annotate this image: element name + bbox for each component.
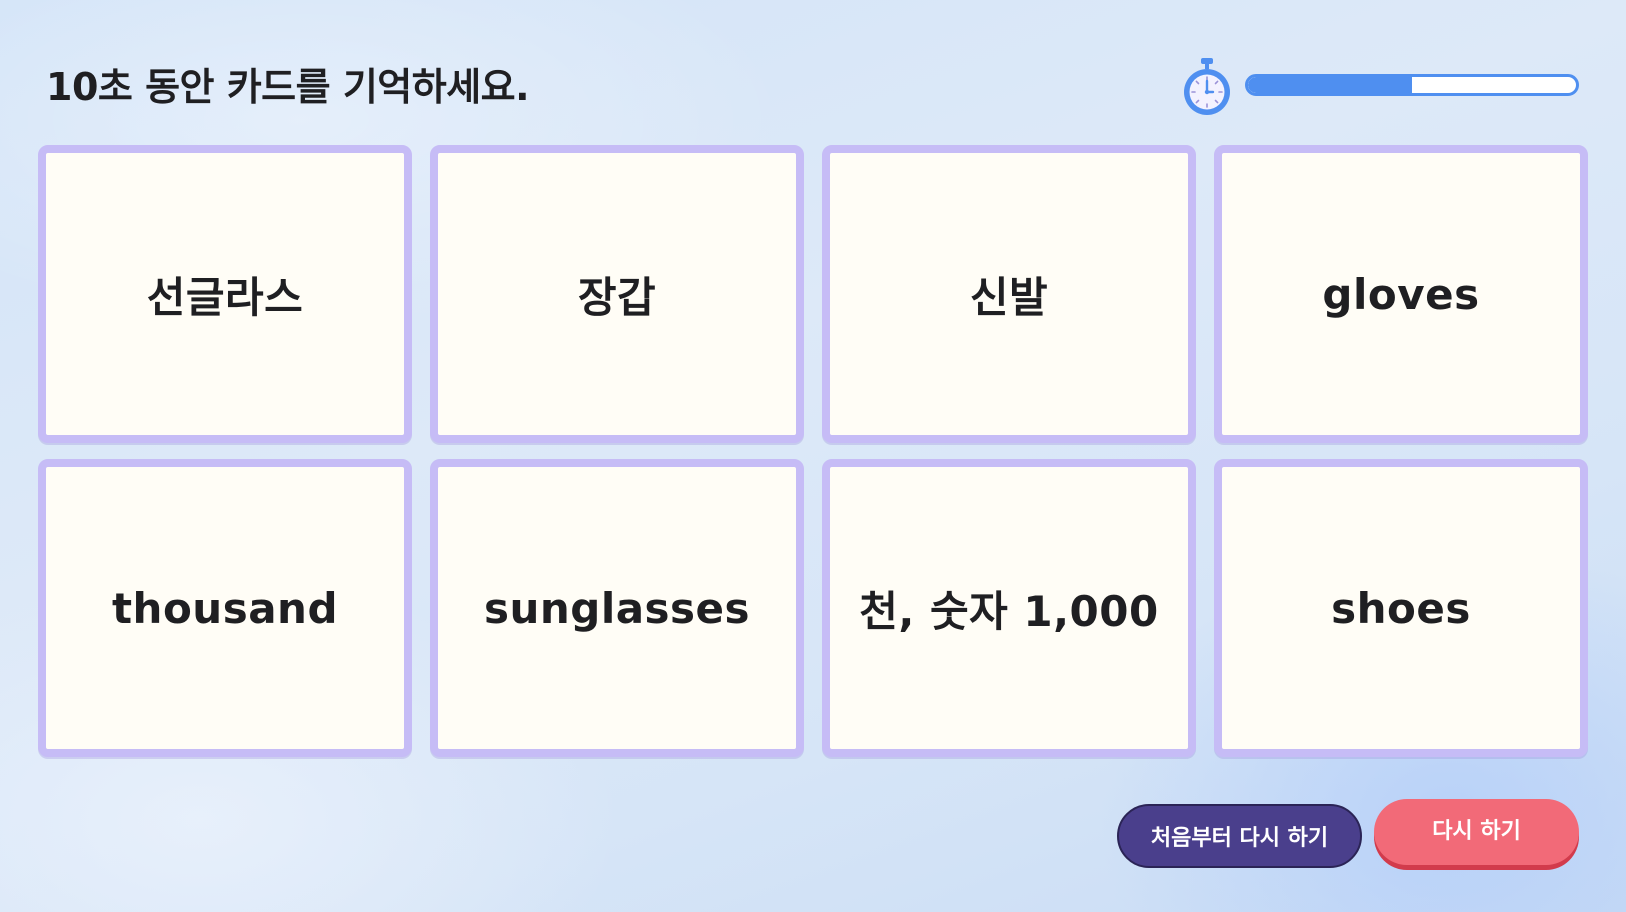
card-gloves-ko[interactable]: 장갑 bbox=[430, 145, 804, 443]
card-sunglasses-en[interactable]: sunglasses bbox=[430, 459, 804, 757]
card-thousand-en[interactable]: thousand bbox=[38, 459, 412, 757]
retry-button[interactable]: 다시 하기 bbox=[1374, 799, 1579, 865]
card-sunglasses-ko[interactable]: 선글라스 bbox=[38, 145, 412, 443]
card-shoes-en[interactable]: shoes bbox=[1214, 459, 1588, 757]
card-label: 천, 숫자 1,000 bbox=[859, 586, 1159, 636]
game-screen: 10초 동안 카드를 기억하세요. 선글라스 장갑 신발 gloves thou… bbox=[0, 0, 1626, 912]
card-shoes-ko[interactable]: 신발 bbox=[822, 145, 1196, 443]
card-label: gloves bbox=[1322, 269, 1480, 319]
card-label: 신발 bbox=[969, 272, 1049, 322]
card-label: 선글라스 bbox=[146, 272, 304, 322]
card-grid: 선글라스 장갑 신발 gloves thousand sunglasses 천,… bbox=[38, 145, 1588, 757]
card-label: sunglasses bbox=[483, 583, 751, 633]
timer-progress-bar bbox=[1245, 74, 1579, 96]
timer-progress-fill bbox=[1248, 77, 1412, 93]
restart-from-beginning-button[interactable]: 처음부터 다시 하기 bbox=[1117, 804, 1362, 868]
card-gloves-en[interactable]: gloves bbox=[1214, 145, 1588, 443]
card-label: 장갑 bbox=[577, 272, 657, 322]
instruction-text: 10초 동안 카드를 기억하세요. bbox=[46, 65, 530, 109]
card-label: shoes bbox=[1331, 583, 1471, 633]
card-thousand-ko[interactable]: 천, 숫자 1,000 bbox=[822, 459, 1196, 757]
stopwatch-icon bbox=[1180, 56, 1234, 118]
card-label: thousand bbox=[111, 583, 339, 633]
